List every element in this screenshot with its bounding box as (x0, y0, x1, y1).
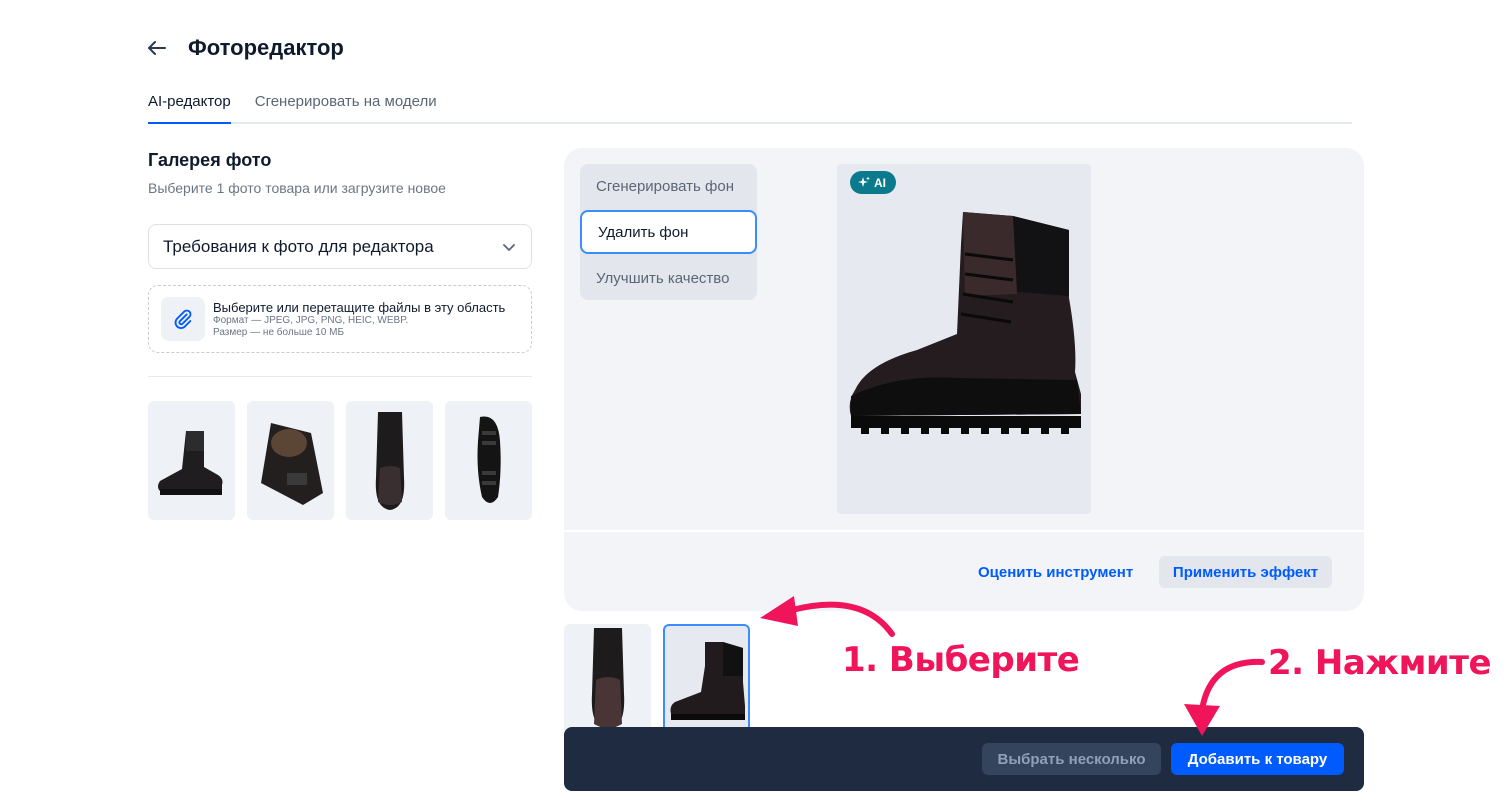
editor-panel: Сгенерировать фон Удалить фон Улучшить к… (564, 148, 1364, 611)
boot-top-image (260, 422, 323, 505)
annotation-step-2: 2. Нажмите (1268, 643, 1492, 683)
back-arrow-icon[interactable] (148, 32, 180, 64)
selection-thumbnail-selected[interactable] (663, 624, 750, 734)
selection-thumbnails (564, 624, 750, 734)
tool-remove-background[interactable]: Удалить фон (580, 210, 757, 254)
chevron-down-icon (503, 243, 515, 251)
annotation-step-1: 1. Выберите (842, 640, 1080, 680)
upload-main-text: Выберите или перетащите файлы в эту обла… (213, 299, 506, 315)
boot-sole-image (477, 416, 501, 503)
photo-preview: AI (837, 164, 1091, 514)
boot-side-image (157, 430, 222, 495)
page-title: Фоторедактор (188, 35, 344, 60)
gallery-thumbnails (148, 401, 532, 520)
boot-side-image (670, 642, 745, 720)
gallery-thumbnail[interactable] (445, 401, 532, 520)
upload-format-text: Формат — JPEG, JPG, PNG, HEIC, WEBP. (213, 314, 409, 326)
select-multiple-button[interactable]: Выбрать несколько (982, 743, 1161, 775)
gallery-thumbnail[interactable] (148, 401, 235, 520)
boot-preview-image (849, 212, 1081, 434)
divider (148, 376, 532, 377)
tool-generate-background[interactable]: Сгенерировать фон (580, 164, 757, 208)
file-upload-dropzone[interactable]: Выберите или перетащите файлы в эту обла… (148, 285, 532, 353)
page-header: Фоторедактор (148, 32, 344, 64)
gallery-title: Галерея фото (148, 150, 272, 170)
apply-effect-button[interactable]: Применить эффект (1159, 556, 1332, 588)
photo-requirements-label: Требования к фото для редактора (163, 236, 434, 256)
add-to-product-button[interactable]: Добавить к товару (1171, 743, 1344, 775)
arrow-annotation-2 (1184, 658, 1265, 736)
rate-tool-link[interactable]: Оценить инструмент (978, 564, 1133, 581)
photo-requirements-select[interactable]: Требования к фото для редактора (148, 224, 532, 269)
boot-front-image (591, 628, 624, 730)
tab-generate-on-model[interactable]: Сгенерировать на модели (255, 90, 437, 122)
arrow-annotation-1 (760, 596, 895, 637)
tool-improve-quality[interactable]: Улучшить качество (580, 256, 757, 300)
gallery-subtitle: Выберите 1 фото товара или загрузите нов… (148, 180, 446, 196)
selection-thumbnail[interactable] (564, 624, 651, 734)
paperclip-icon (161, 297, 205, 341)
boot-front-image (375, 411, 404, 510)
tool-list: Сгенерировать фон Удалить фон Улучшить к… (580, 164, 757, 300)
tab-ai-editor[interactable]: AI-редактор (148, 90, 231, 124)
tabs: AI-редактор Сгенерировать на модели (148, 90, 1352, 124)
gallery-thumbnail[interactable] (346, 401, 433, 520)
upload-size-text: Размер — не больше 10 МБ (213, 326, 345, 338)
gallery-thumbnail[interactable] (247, 401, 334, 520)
